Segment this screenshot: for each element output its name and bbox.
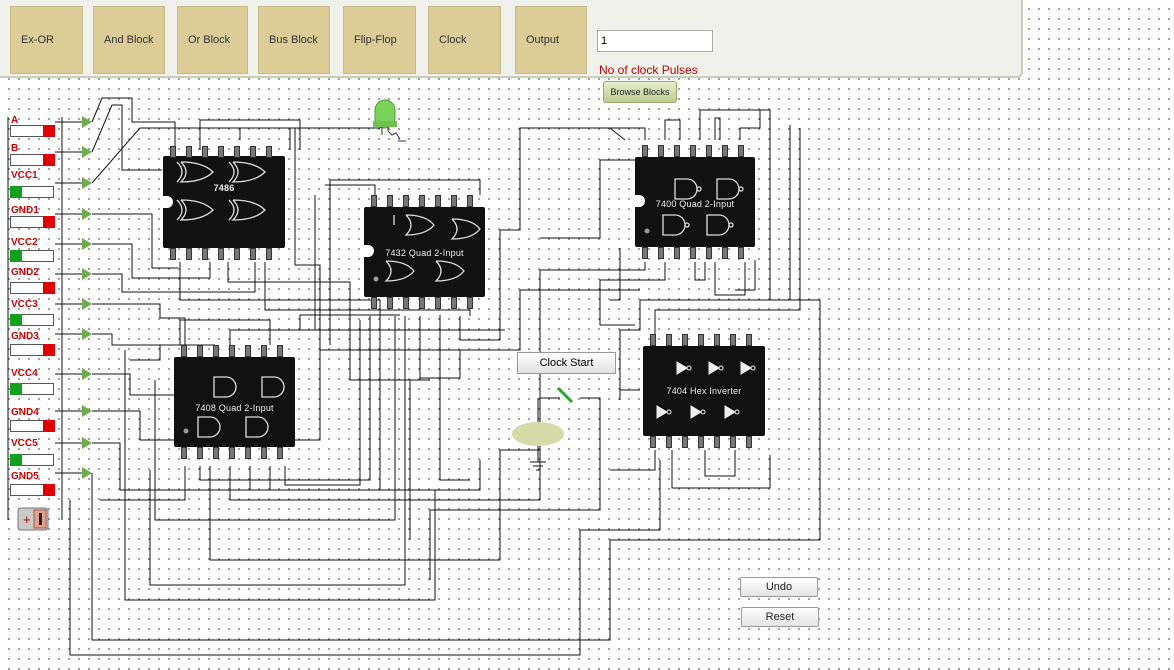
undo-button[interactable]: Undo xyxy=(740,577,818,597)
chip-7404[interactable]: 7404 Hex Inverter xyxy=(643,346,765,436)
output-node[interactable] xyxy=(82,238,92,250)
switch-gnd2-indicator xyxy=(43,282,55,294)
switch-gnd5-indicator xyxy=(43,484,55,496)
clock-generator[interactable] xyxy=(512,422,564,446)
or-gates-icon xyxy=(373,214,481,282)
output-node[interactable] xyxy=(82,437,92,449)
input-label-vcc1: VCC1 xyxy=(11,170,38,181)
input-label-b: B xyxy=(11,143,19,154)
input-label-gnd3: GND3 xyxy=(11,331,39,342)
led-icon[interactable] xyxy=(372,97,408,147)
input-label-gnd1: GND1 xyxy=(11,205,39,216)
output-node[interactable] xyxy=(82,177,92,189)
switch-vcc1-indicator xyxy=(10,186,22,198)
switch-vcc4-indicator xyxy=(10,383,22,395)
output-node[interactable] xyxy=(82,328,92,340)
switch-gnd4-indicator xyxy=(43,420,55,432)
chip-7486[interactable]: 7486 xyxy=(163,156,285,248)
output-node[interactable] xyxy=(82,467,92,479)
output-node[interactable] xyxy=(82,368,92,380)
switch-a-indicator xyxy=(43,125,55,137)
input-label-vcc5: VCC5 xyxy=(11,438,38,449)
and-gates-icon xyxy=(183,376,285,438)
output-node[interactable] xyxy=(82,268,92,280)
switch-vcc3-indicator xyxy=(10,314,22,326)
chip-7432[interactable]: 7432 Quad 2-Input xyxy=(364,207,485,297)
nand-gates-icon xyxy=(644,178,744,236)
input-label-gnd2: GND2 xyxy=(11,267,39,278)
input-label-gnd5: GND5 xyxy=(11,471,39,482)
clock-start-button[interactable]: Clock Start xyxy=(517,352,616,374)
output-node[interactable] xyxy=(82,116,92,128)
switch-gnd3-indicator xyxy=(43,344,55,356)
input-label-gnd4: GND4 xyxy=(11,407,39,418)
svg-text:+: + xyxy=(23,512,31,527)
xor-gates-icon xyxy=(176,161,266,221)
switch-b-indicator xyxy=(43,154,55,166)
output-node[interactable] xyxy=(82,208,92,220)
circuit-wires xyxy=(7,97,821,656)
chip-7400[interactable]: 7400 Quad 2-Input xyxy=(635,157,755,247)
input-label-vcc4: VCC4 xyxy=(11,368,38,379)
switch-vcc2-indicator xyxy=(10,250,22,262)
input-label-vcc2: VCC2 xyxy=(11,237,38,248)
switch-gnd1-indicator xyxy=(43,216,55,228)
output-node[interactable] xyxy=(82,146,92,158)
switch-vcc5-indicator xyxy=(10,454,22,466)
output-node[interactable] xyxy=(82,405,92,417)
reset-button[interactable]: Reset xyxy=(741,607,819,627)
battery-icon[interactable]: + xyxy=(17,505,51,533)
output-node[interactable] xyxy=(82,298,92,310)
inverter-gates-icon xyxy=(656,361,756,419)
input-label-vcc3: VCC3 xyxy=(11,299,38,310)
chip-7408[interactable]: 7408 Quad 2-Input xyxy=(174,357,295,447)
